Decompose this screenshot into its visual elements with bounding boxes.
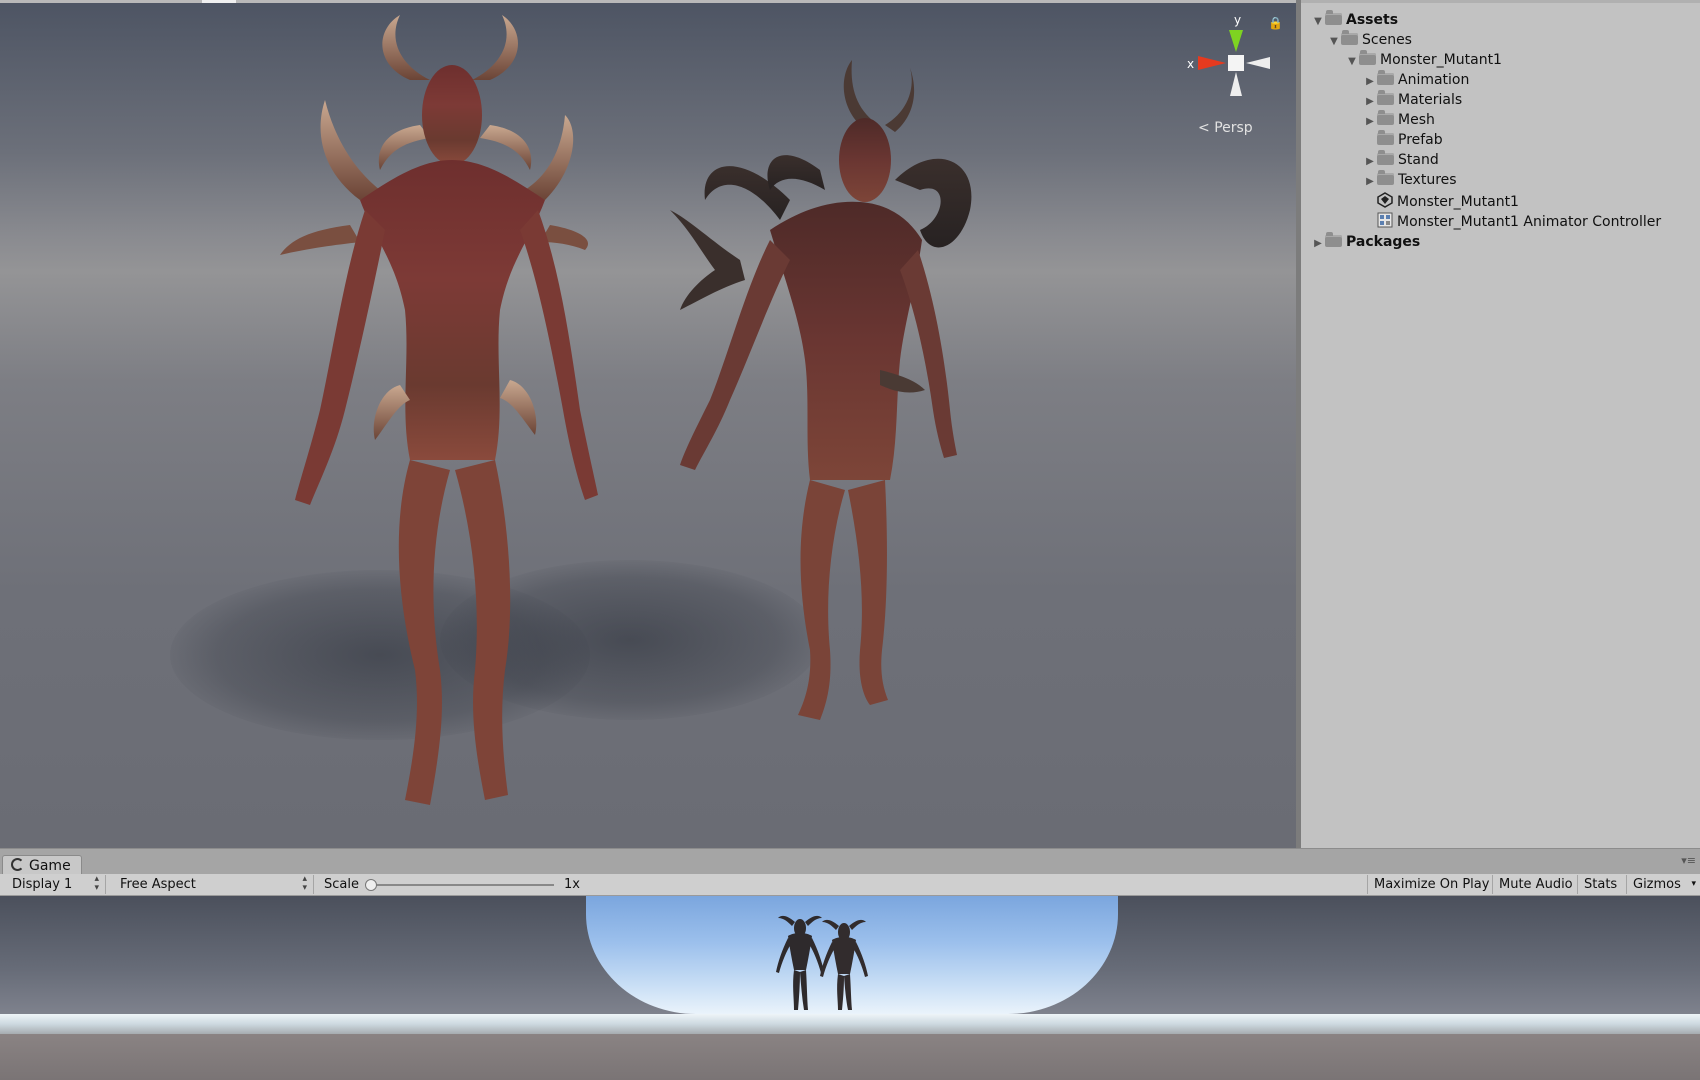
scene-view[interactable]: y x 🔒 < Persp xyxy=(0,0,1296,848)
tree-item-animation[interactable]: ▶ Animation xyxy=(1363,70,1469,90)
project-panel: ▼ Assets ▼ Scenes ▼ Monster_Mutant1 ▶ Animat… xyxy=(1301,0,1700,848)
dropdown-arrows-icon: ▴ ▾ xyxy=(302,874,307,893)
gizmos-label: Gizmos xyxy=(1633,877,1681,892)
tree-item-label: Mesh xyxy=(1398,112,1435,128)
game-horizon xyxy=(0,1014,1700,1034)
scale-value-text: 1x xyxy=(564,877,580,892)
scale-value: 1x xyxy=(558,875,598,894)
game-view[interactable] xyxy=(0,896,1700,1080)
game-tab-bar: Game ▾≡ xyxy=(0,848,1700,876)
folder-icon xyxy=(1359,50,1376,65)
gizmo-x-label: x xyxy=(1187,57,1194,71)
expand-arrow-icon[interactable]: ▼ xyxy=(1311,12,1325,32)
tree-item-label: Prefab xyxy=(1398,132,1443,148)
folder-icon xyxy=(1377,110,1394,125)
tree-item-label: Packages xyxy=(1346,234,1421,250)
mute-audio-label: Mute Audio xyxy=(1499,877,1573,892)
projection-label: Persp xyxy=(1214,120,1253,136)
folder-icon xyxy=(1377,150,1394,165)
tree-item-animator-controller[interactable]: Monster_Mutant1 Animator Controller xyxy=(1363,210,1661,230)
tree-item-monster-mutant1-folder[interactable]: ▼ Monster_Mutant1 xyxy=(1345,50,1502,70)
tab-game-label: Game xyxy=(29,858,71,874)
collapse-arrow-icon[interactable]: ▶ xyxy=(1363,172,1377,192)
tree-item-monster-mutant1-scene[interactable]: Monster_Mutant1 xyxy=(1363,190,1519,210)
tree-item-mesh[interactable]: ▶ Mesh xyxy=(1363,110,1435,130)
game-monsters-thumbnail xyxy=(776,915,868,1010)
collapse-arrow-icon[interactable]: ▶ xyxy=(1363,112,1377,132)
project-panel-header xyxy=(1301,0,1700,3)
scene-tab-strip xyxy=(0,0,1296,3)
folder-icon xyxy=(1325,10,1342,25)
tree-item-label: Scenes xyxy=(1362,32,1412,48)
tree-item-label: Monster_Mutant1 xyxy=(1397,194,1519,210)
scale-slider-thumb[interactable] xyxy=(365,879,377,891)
dropdown-arrows-icon: ▴ ▾ xyxy=(94,874,99,893)
maximize-on-play-toggle[interactable]: Maximize On Play xyxy=(1367,875,1493,894)
tab-game[interactable]: Game xyxy=(2,855,82,876)
mute-audio-toggle[interactable]: Mute Audio xyxy=(1493,875,1578,894)
tree-item-label: Assets xyxy=(1346,12,1399,28)
expand-arrow-icon[interactable]: ▼ xyxy=(1327,32,1341,52)
folder-icon xyxy=(1377,130,1394,145)
tree-item-prefab[interactable]: Prefab xyxy=(1363,130,1443,150)
display-dropdown-value: Display 1 xyxy=(12,877,73,892)
tree-item-scenes[interactable]: ▼ Scenes xyxy=(1327,30,1412,50)
display-dropdown[interactable]: Display 1 ▴ ▾ xyxy=(6,875,106,894)
folder-icon xyxy=(1377,70,1394,85)
folder-icon xyxy=(1377,170,1394,185)
gizmo-neg-y-axis-cone[interactable] xyxy=(1230,72,1242,96)
tree-item-textures[interactable]: ▶ Textures xyxy=(1363,170,1457,190)
maximize-on-play-label: Maximize On Play xyxy=(1374,877,1490,892)
gizmo-y-axis-cone[interactable] xyxy=(1229,30,1243,52)
animator-controller-icon xyxy=(1377,212,1393,228)
dropdown-arrow-icon: ▾ xyxy=(1691,879,1696,889)
folder-icon xyxy=(1325,232,1342,247)
monster-mutant-right[interactable] xyxy=(660,60,990,780)
stats-toggle[interactable]: Stats xyxy=(1578,875,1627,894)
game-ground xyxy=(0,1034,1700,1080)
tree-item-label: Monster_Mutant1 xyxy=(1380,52,1502,68)
tree-item-packages[interactable]: ▶ Packages xyxy=(1311,232,1420,252)
tree-item-label: Stand xyxy=(1398,152,1439,168)
folder-icon xyxy=(1341,30,1358,45)
gizmo-center-cube[interactable] xyxy=(1228,55,1244,71)
scale-slider-track[interactable] xyxy=(368,884,554,886)
collapse-arrow-icon[interactable]: ▶ xyxy=(1311,234,1325,254)
scene-tab[interactable] xyxy=(202,0,236,3)
back-arrow-icon: < xyxy=(1198,120,1210,136)
gizmo-neg-x-axis-cone[interactable] xyxy=(1246,57,1270,69)
folder-icon xyxy=(1377,90,1394,105)
tree-item-materials[interactable]: ▶ Materials xyxy=(1363,90,1462,110)
tree-item-label: Monster_Mutant1 Animator Controller xyxy=(1397,214,1662,230)
panel-menu-icon[interactable]: ▾≡ xyxy=(1681,854,1696,867)
gizmo-x-axis-cone[interactable] xyxy=(1198,56,1226,70)
collapse-arrow-icon[interactable]: ▶ xyxy=(1363,72,1377,92)
lock-icon[interactable]: 🔒 xyxy=(1268,16,1283,30)
collapse-arrow-icon[interactable]: ▶ xyxy=(1363,92,1377,112)
stats-label: Stats xyxy=(1584,877,1618,892)
game-toolbar: Display 1 ▴ ▾ Free Aspect ▴ ▾ Scale 1x Max… xyxy=(0,874,1700,896)
tree-item-label: Materials xyxy=(1398,92,1463,108)
expand-arrow-icon[interactable]: ▼ xyxy=(1345,52,1359,72)
game-controller-icon xyxy=(11,858,24,871)
gizmos-dropdown[interactable]: Gizmos ▾ xyxy=(1627,875,1700,894)
scale-label-text: Scale xyxy=(324,877,359,892)
scene-orientation-gizmo[interactable]: y x xyxy=(1170,12,1280,112)
unity-scene-icon xyxy=(1377,192,1393,208)
tree-item-label: Textures xyxy=(1398,172,1457,188)
tree-item-label: Animation xyxy=(1398,72,1470,88)
aspect-dropdown[interactable]: Free Aspect ▴ ▾ xyxy=(114,875,314,894)
monster-mutant-left[interactable] xyxy=(280,10,640,848)
collapse-arrow-icon[interactable]: ▶ xyxy=(1363,152,1377,172)
projection-toggle[interactable]: < Persp xyxy=(1198,120,1253,136)
gizmo-y-label: y xyxy=(1234,13,1241,27)
tree-item-stand[interactable]: ▶ Stand xyxy=(1363,150,1439,170)
aspect-dropdown-value: Free Aspect xyxy=(120,877,196,892)
tree-item-assets[interactable]: ▼ Assets xyxy=(1311,10,1398,30)
scale-label: Scale xyxy=(318,875,368,894)
